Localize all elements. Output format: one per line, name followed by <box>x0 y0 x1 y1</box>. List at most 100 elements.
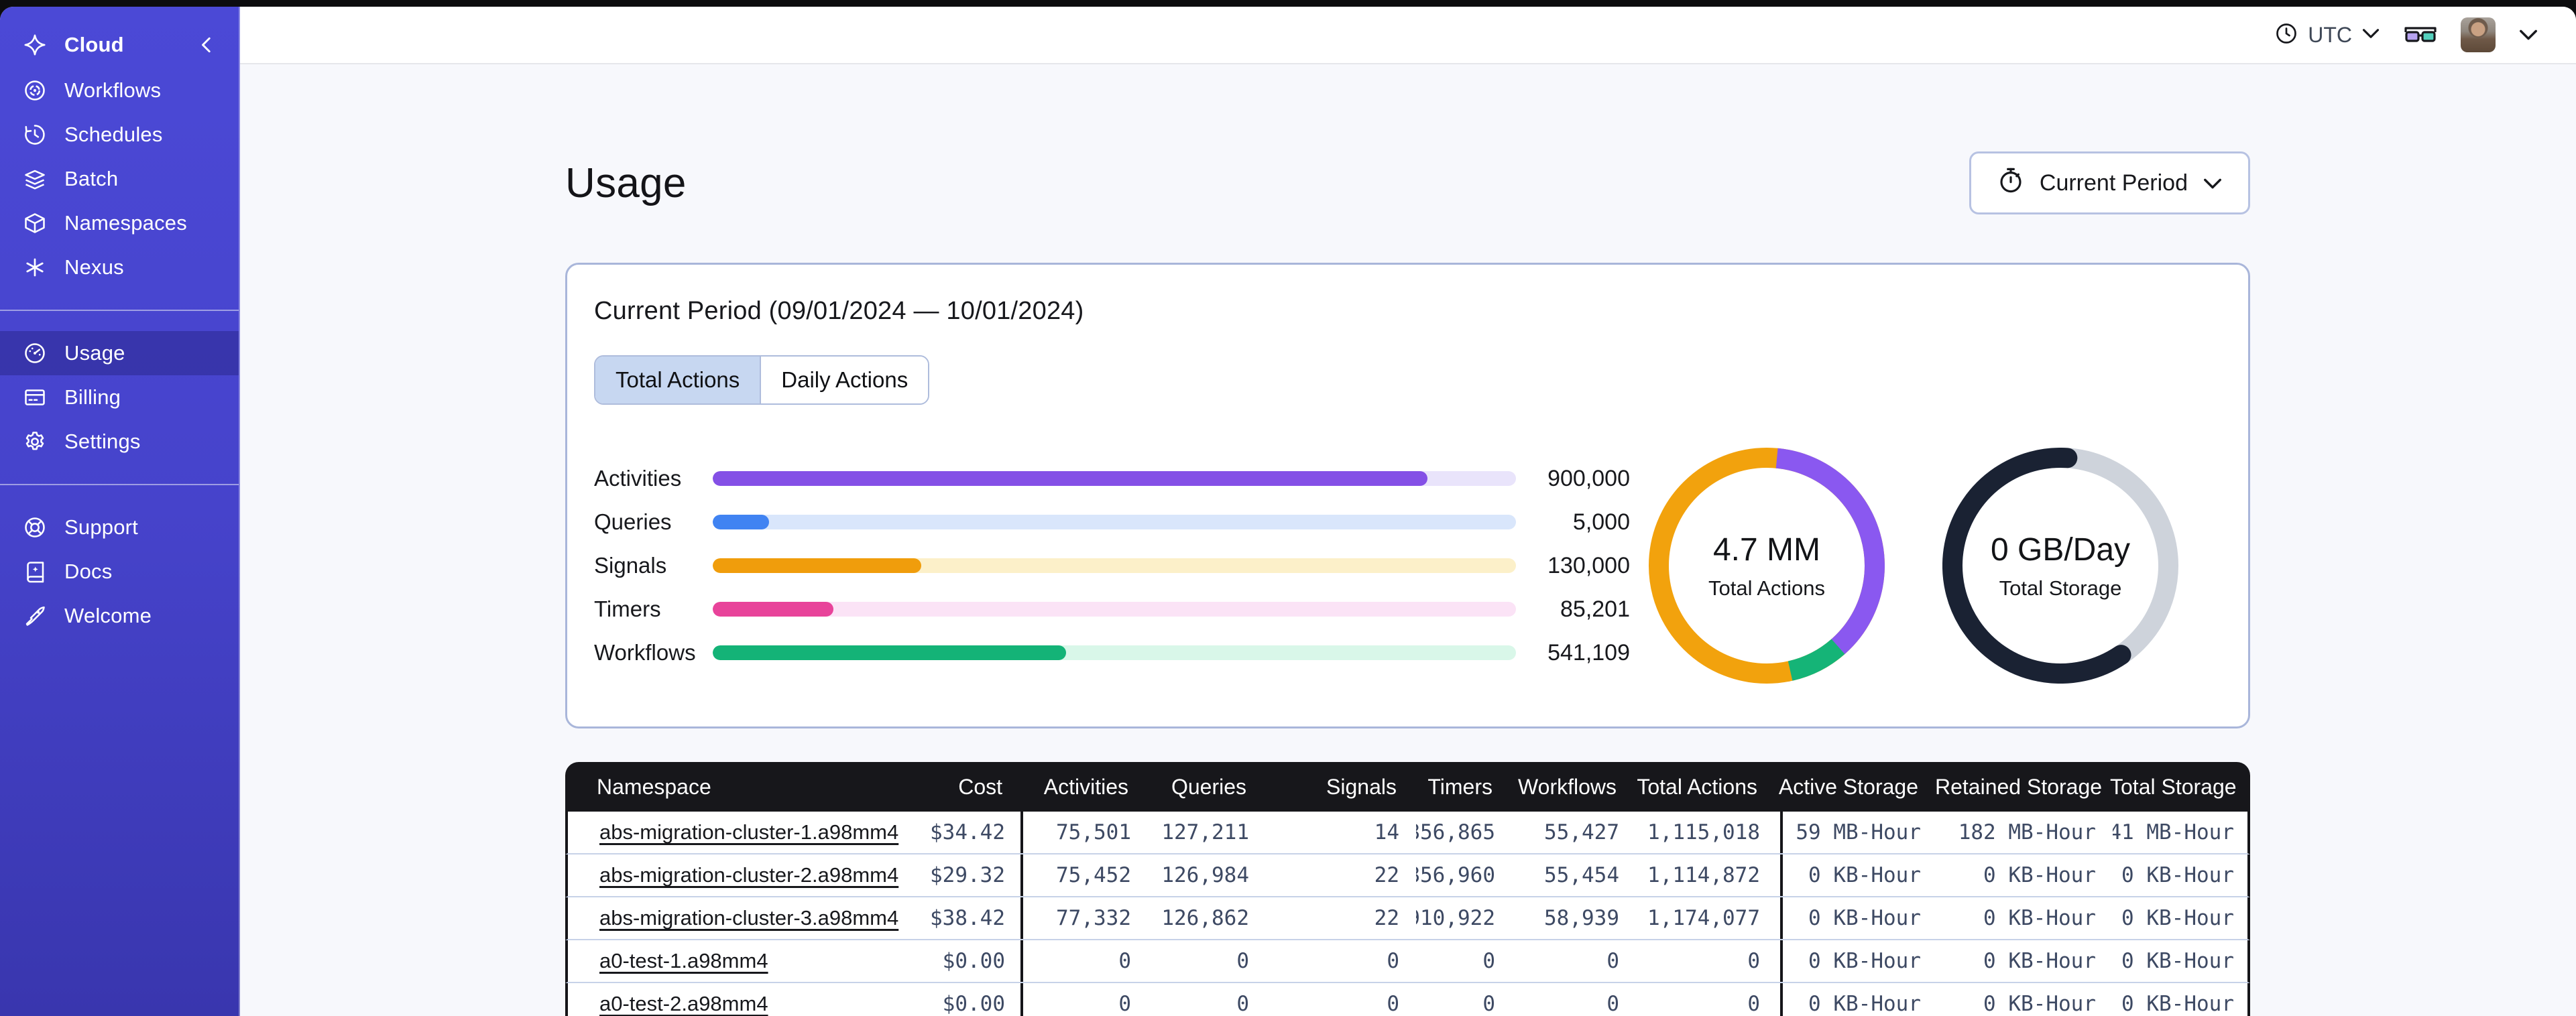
sidebar-divider <box>0 310 239 311</box>
sidebar-item-billing[interactable]: Billing <box>0 375 239 420</box>
bar-fill <box>713 515 769 529</box>
period-selector-label: Current Period <box>2039 170 2188 196</box>
namespace-link[interactable]: abs-migration-cluster-1.a98mm4 <box>599 820 898 844</box>
sidebar-item-cloud[interactable]: Cloud <box>0 23 239 67</box>
value-cell: 0 <box>1020 940 1148 982</box>
value-cell: 126,984 <box>1161 863 1249 887</box>
sidebar: Cloud Workflows Schedules Batch Namespac… <box>0 7 240 1016</box>
value-cell: 1,174,077 <box>1647 906 1760 930</box>
bar-value: 130,000 <box>1547 552 1630 578</box>
sidebar-item-label: Nexus <box>64 255 124 279</box>
bar-row-workflows: Workflows 541,109 <box>594 640 1630 665</box>
value-cell: 55,454 <box>1544 863 1619 887</box>
tab-daily-actions[interactable]: Daily Actions <box>760 357 929 403</box>
value-cell: 0 KB-Hour <box>1983 949 2096 973</box>
dev-mode-glasses-icon[interactable] <box>2403 21 2438 48</box>
value-cell: $0.00 <box>942 949 1005 973</box>
sidebar-item-support[interactable]: Support <box>0 505 239 550</box>
value-cell: 0 KB-Hour <box>1780 854 1938 896</box>
sidebar-item-label: Docs <box>64 560 113 583</box>
col-header-active-storage: Active Storage <box>1778 774 1918 799</box>
bar-value: 900,000 <box>1547 465 1630 491</box>
value-cell: 14 <box>1374 820 1399 844</box>
col-header-timers: Timers <box>1427 774 1492 799</box>
sidebar-item-welcome[interactable]: Welcome <box>0 594 239 638</box>
bar-track <box>713 515 1516 529</box>
namespace-cell: a0-test-2.a98mm4 <box>568 983 903 1016</box>
sidebar-item-label: Support <box>64 515 138 539</box>
value-cell: 0 <box>1606 992 1619 1016</box>
bar-fill <box>713 558 922 573</box>
value-cell: 22 <box>1374 906 1399 930</box>
value-cell: 0 <box>1482 949 1495 973</box>
usage-gauge-icon <box>23 341 47 365</box>
sidebar-item-workflows[interactable]: Workflows <box>0 68 239 113</box>
period-selector-button[interactable]: Current Period <box>1969 151 2250 214</box>
bar-row-signals: Signals 130,000 <box>594 553 1630 578</box>
value-cell: 0 <box>1236 949 1249 973</box>
bar-label: Queries <box>594 509 672 534</box>
total-actions-label: Total Actions <box>1708 576 1826 600</box>
col-header-activities: Activities <box>1043 774 1128 799</box>
tab-total-actions[interactable]: Total Actions <box>595 357 760 403</box>
value-cell: 0 KB-Hour <box>2121 949 2234 973</box>
namespace-link[interactable]: a0-test-2.a98mm4 <box>599 992 768 1016</box>
sidebar-item-label: Welcome <box>64 604 152 627</box>
actions-view-tabs: Total Actions Daily Actions <box>594 355 930 405</box>
value-cell: 127,211 <box>1161 820 1249 844</box>
docs-book-icon <box>23 560 47 584</box>
bar-label: Workflows <box>594 640 696 665</box>
table-row: abs-migration-cluster-3.a98mm4 $38.42 77,3… <box>565 897 2250 940</box>
workflows-icon <box>23 78 47 103</box>
value-cell: 0 KB-Hour <box>1983 992 2096 1016</box>
timezone-label: UTC <box>2308 22 2352 47</box>
sidebar-item-schedules[interactable]: Schedules <box>0 113 239 157</box>
top-bar: UTC <box>240 7 2576 64</box>
timezone-selector[interactable]: UTC <box>2274 21 2380 49</box>
value-cell: $0.00 <box>942 992 1005 1016</box>
namespace-link[interactable]: abs-migration-cluster-3.a98mm4 <box>599 906 898 930</box>
value-cell: $34.42 <box>930 820 1005 844</box>
value-cell: 0 <box>1747 949 1760 973</box>
bar-fill <box>713 645 1067 660</box>
sidebar-item-usage[interactable]: Usage <box>0 331 239 375</box>
bar-track <box>713 602 1516 617</box>
usage-page: Usage Current Period Current Period (09/… <box>240 64 2576 1016</box>
user-menu-chevron-icon[interactable] <box>2518 28 2538 42</box>
bar-track <box>713 558 1516 573</box>
bar-value: 85,201 <box>1560 596 1630 622</box>
sidebar-item-nexus[interactable]: Nexus <box>0 245 239 290</box>
sidebar-item-docs[interactable]: Docs <box>0 550 239 594</box>
sidebar-divider <box>0 484 239 485</box>
value-cell: 0 KB-Hour <box>2121 906 2234 930</box>
user-avatar[interactable] <box>2461 17 2496 52</box>
namespace-cell: abs-migration-cluster-1.a98mm4 <box>568 812 903 853</box>
sidebar-item-label: Namespaces <box>64 211 187 235</box>
value-cell: 1,115,018 <box>1647 820 1760 844</box>
bar-track <box>713 645 1516 660</box>
sidebar-item-settings[interactable]: Settings <box>0 420 239 464</box>
bar-row-timers: Timers 85,201 <box>594 596 1630 622</box>
namespace-link[interactable]: abs-migration-cluster-2.a98mm4 <box>599 863 898 887</box>
value-cell: 0 KB-Hour <box>2121 992 2234 1016</box>
col-header-signals: Signals <box>1326 774 1397 799</box>
bar-fill <box>713 602 833 617</box>
namespace-link[interactable]: a0-test-1.a98mm4 <box>599 949 768 973</box>
sidebar-item-namespaces[interactable]: Namespaces <box>0 201 239 245</box>
bar-track <box>713 471 1516 486</box>
clock-icon <box>2274 21 2298 49</box>
sidebar-item-batch[interactable]: Batch <box>0 157 239 201</box>
value-cell: 0 KB-Hour <box>2121 863 2234 887</box>
value-cell: 75,452 <box>1020 854 1148 896</box>
value-cell: 241 MB-Hour <box>2113 820 2234 844</box>
total-storage-label: Total Storage <box>1999 576 2122 600</box>
value-cell: 182 MB-Hour <box>1958 820 2096 844</box>
value-cell: 55,427 <box>1544 820 1619 844</box>
value-cell: 910,922 <box>1416 906 1495 930</box>
value-cell: 0 <box>1387 949 1399 973</box>
bar-label: Signals <box>594 553 667 578</box>
sidebar-item-label: Usage <box>64 341 125 365</box>
sidebar-collapse-icon[interactable] <box>198 36 216 54</box>
value-cell: 126,862 <box>1161 906 1249 930</box>
total-storage-donut: 0 GB/Day Total Storage <box>1942 448 2178 684</box>
